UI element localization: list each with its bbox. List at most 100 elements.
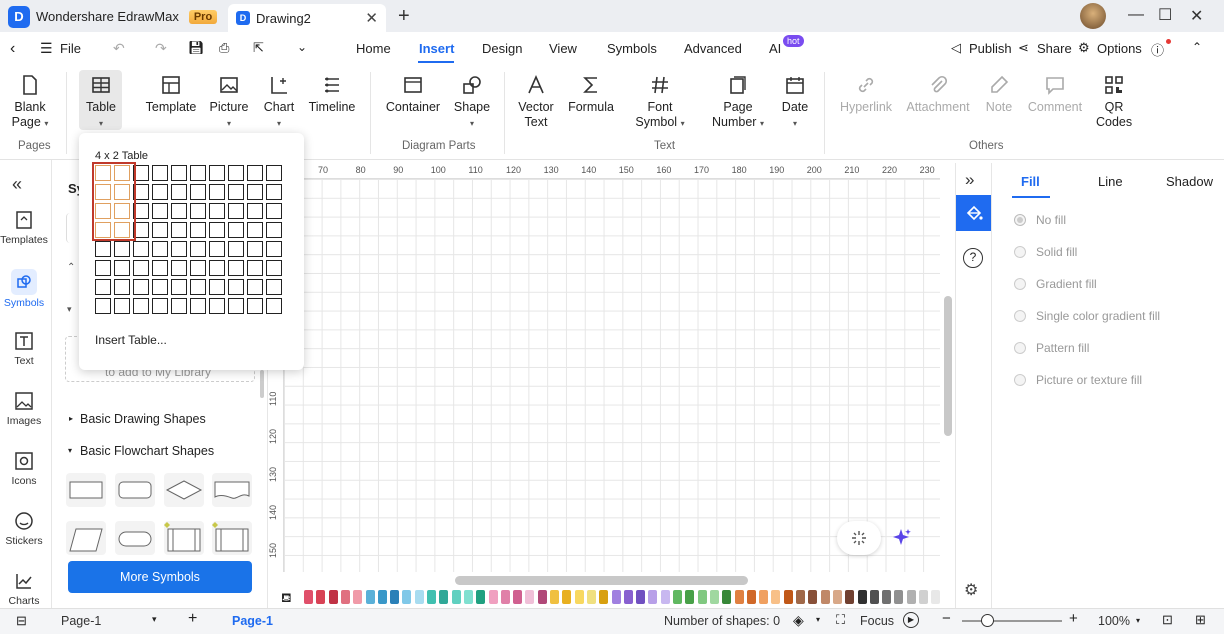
save-icon[interactable]: 💾︎	[188, 40, 205, 56]
rail-symbols[interactable]: Symbols	[0, 269, 48, 309]
category-basic-flowchart-shapes[interactable]: Basic Flowchart Shapes	[80, 444, 214, 458]
shape-process[interactable]	[66, 473, 106, 507]
rail-charts[interactable]: Charts	[0, 571, 48, 607]
print-icon[interactable]: ⎙	[219, 40, 229, 56]
color-swatch[interactable]	[759, 590, 769, 604]
add-page-icon[interactable]: +	[188, 610, 197, 628]
table-grid-cell[interactable]	[171, 222, 187, 238]
color-swatch[interactable]	[931, 590, 941, 604]
zoom-in-icon[interactable]: +	[1069, 610, 1078, 627]
table-grid-cell[interactable]	[247, 279, 263, 295]
color-swatch[interactable]	[525, 590, 535, 604]
table-grid-cell[interactable]	[133, 260, 149, 276]
color-swatch[interactable]	[734, 590, 744, 604]
zoom-out-icon[interactable]: −	[942, 610, 951, 627]
color-swatch[interactable]	[316, 590, 326, 604]
table-grid-cell[interactable]	[209, 260, 225, 276]
back-icon[interactable]: ‹	[10, 40, 15, 58]
table-grid-cell[interactable]	[209, 184, 225, 200]
maximize-icon[interactable]: ☐	[1158, 5, 1172, 25]
table-grid-cell[interactable]	[152, 298, 168, 314]
help-icon[interactable]: ⓘ	[1151, 40, 1164, 59]
rail-stickers[interactable]: Stickers	[0, 511, 48, 547]
vector-text-button[interactable]: Vector Text	[514, 74, 558, 130]
settings-gear-icon[interactable]: ⚙	[964, 580, 978, 600]
color-swatch[interactable]	[451, 590, 461, 604]
horizontal-scrollbar[interactable]	[455, 576, 748, 585]
table-grid-cell[interactable]	[190, 203, 206, 219]
radio-solid-fill[interactable]	[1014, 246, 1026, 258]
table-grid-cell[interactable]	[152, 241, 168, 257]
color-swatch[interactable]	[377, 590, 387, 604]
share-button[interactable]: Share	[1037, 40, 1072, 58]
radio-pattern-fill[interactable]	[1014, 342, 1026, 354]
table-grid-cell[interactable]	[152, 184, 168, 200]
table-grid-cell[interactable]	[114, 260, 130, 276]
table-grid-cell[interactable]	[247, 203, 263, 219]
picture-button[interactable]: Picture ▾	[206, 74, 252, 131]
table-grid-cell[interactable]	[209, 241, 225, 257]
template-button[interactable]: Template	[144, 74, 198, 115]
table-grid-cell[interactable]	[190, 222, 206, 238]
table-grid-cell[interactable]	[228, 260, 244, 276]
date-button[interactable]: Date ▾	[778, 74, 812, 131]
new-tab-button[interactable]: +	[398, 5, 410, 28]
formula-button[interactable]: Formula	[566, 74, 616, 115]
tab-fill[interactable]: Fill	[1021, 174, 1040, 189]
shape-rounded-process[interactable]	[115, 473, 155, 507]
tab-symbols[interactable]: Symbols	[607, 40, 657, 58]
table-grid-cell[interactable]	[114, 241, 130, 257]
minimize-icon[interactable]: —	[1128, 6, 1144, 24]
hyperlink-button[interactable]: Hyperlink	[838, 74, 894, 115]
table-grid-cell[interactable]	[190, 260, 206, 276]
tab-view[interactable]: View	[549, 40, 577, 58]
color-swatch[interactable]	[365, 590, 375, 604]
rail-templates[interactable]: Templates	[0, 210, 48, 246]
table-grid-cell[interactable]	[171, 203, 187, 219]
tab-ai[interactable]: AI	[769, 40, 781, 58]
insert-table-menu-item[interactable]: Insert Table...	[95, 333, 167, 347]
attachment-button[interactable]: Attachment	[904, 74, 972, 115]
tab-home[interactable]: Home	[356, 40, 391, 58]
vertical-scrollbar[interactable]	[944, 296, 952, 436]
color-swatch[interactable]	[599, 590, 609, 604]
table-grid-cell[interactable]	[171, 241, 187, 257]
rail-text[interactable]: Text	[0, 331, 48, 367]
rail-icons[interactable]: Icons	[0, 451, 48, 487]
color-swatch[interactable]	[783, 590, 793, 604]
color-swatch[interactable]	[427, 590, 436, 604]
color-swatch[interactable]	[746, 590, 756, 604]
smart-layout-button[interactable]	[837, 521, 881, 555]
fit-page-icon[interactable]: ⊡	[1162, 612, 1173, 628]
collapse-all-icon[interactable]: ⌃	[67, 262, 75, 273]
symbols-scrollbar[interactable]	[260, 370, 264, 398]
color-swatch[interactable]	[500, 590, 510, 604]
color-swatch[interactable]	[685, 590, 695, 604]
table-grid-cell[interactable]	[171, 184, 187, 200]
page-tab-1[interactable]: Page-1	[232, 614, 273, 628]
blank-page-button[interactable]: Blank Page ▾	[10, 74, 50, 131]
table-grid-cell[interactable]	[228, 203, 244, 219]
table-grid-cell[interactable]	[95, 298, 111, 314]
help-circle-icon[interactable]: ?	[963, 248, 983, 268]
zoom-slider-track[interactable]	[962, 620, 1062, 622]
table-grid-cell[interactable]	[247, 222, 263, 238]
table-grid-cell[interactable]	[266, 165, 282, 181]
fill-tool-button[interactable]	[956, 195, 991, 231]
color-swatch[interactable]	[611, 590, 621, 604]
note-button[interactable]: Note	[982, 74, 1016, 115]
color-swatch[interactable]	[832, 590, 842, 604]
color-swatch[interactable]	[820, 590, 830, 604]
redo-icon[interactable]: ↷	[155, 40, 167, 57]
radio-no-fill[interactable]	[1014, 214, 1026, 226]
hamburger-icon[interactable]: ☰	[40, 40, 53, 57]
undo-icon[interactable]: ↶	[113, 40, 125, 57]
color-swatch[interactable]	[648, 590, 658, 604]
color-swatch[interactable]	[402, 590, 412, 604]
table-grid-cell[interactable]	[247, 241, 263, 257]
color-swatch[interactable]	[586, 590, 596, 604]
collapse-panel-icon[interactable]: «	[12, 174, 22, 195]
table-grid-cell[interactable]	[266, 279, 282, 295]
shape-decision[interactable]	[164, 473, 204, 507]
table-grid-cell[interactable]	[190, 165, 206, 181]
